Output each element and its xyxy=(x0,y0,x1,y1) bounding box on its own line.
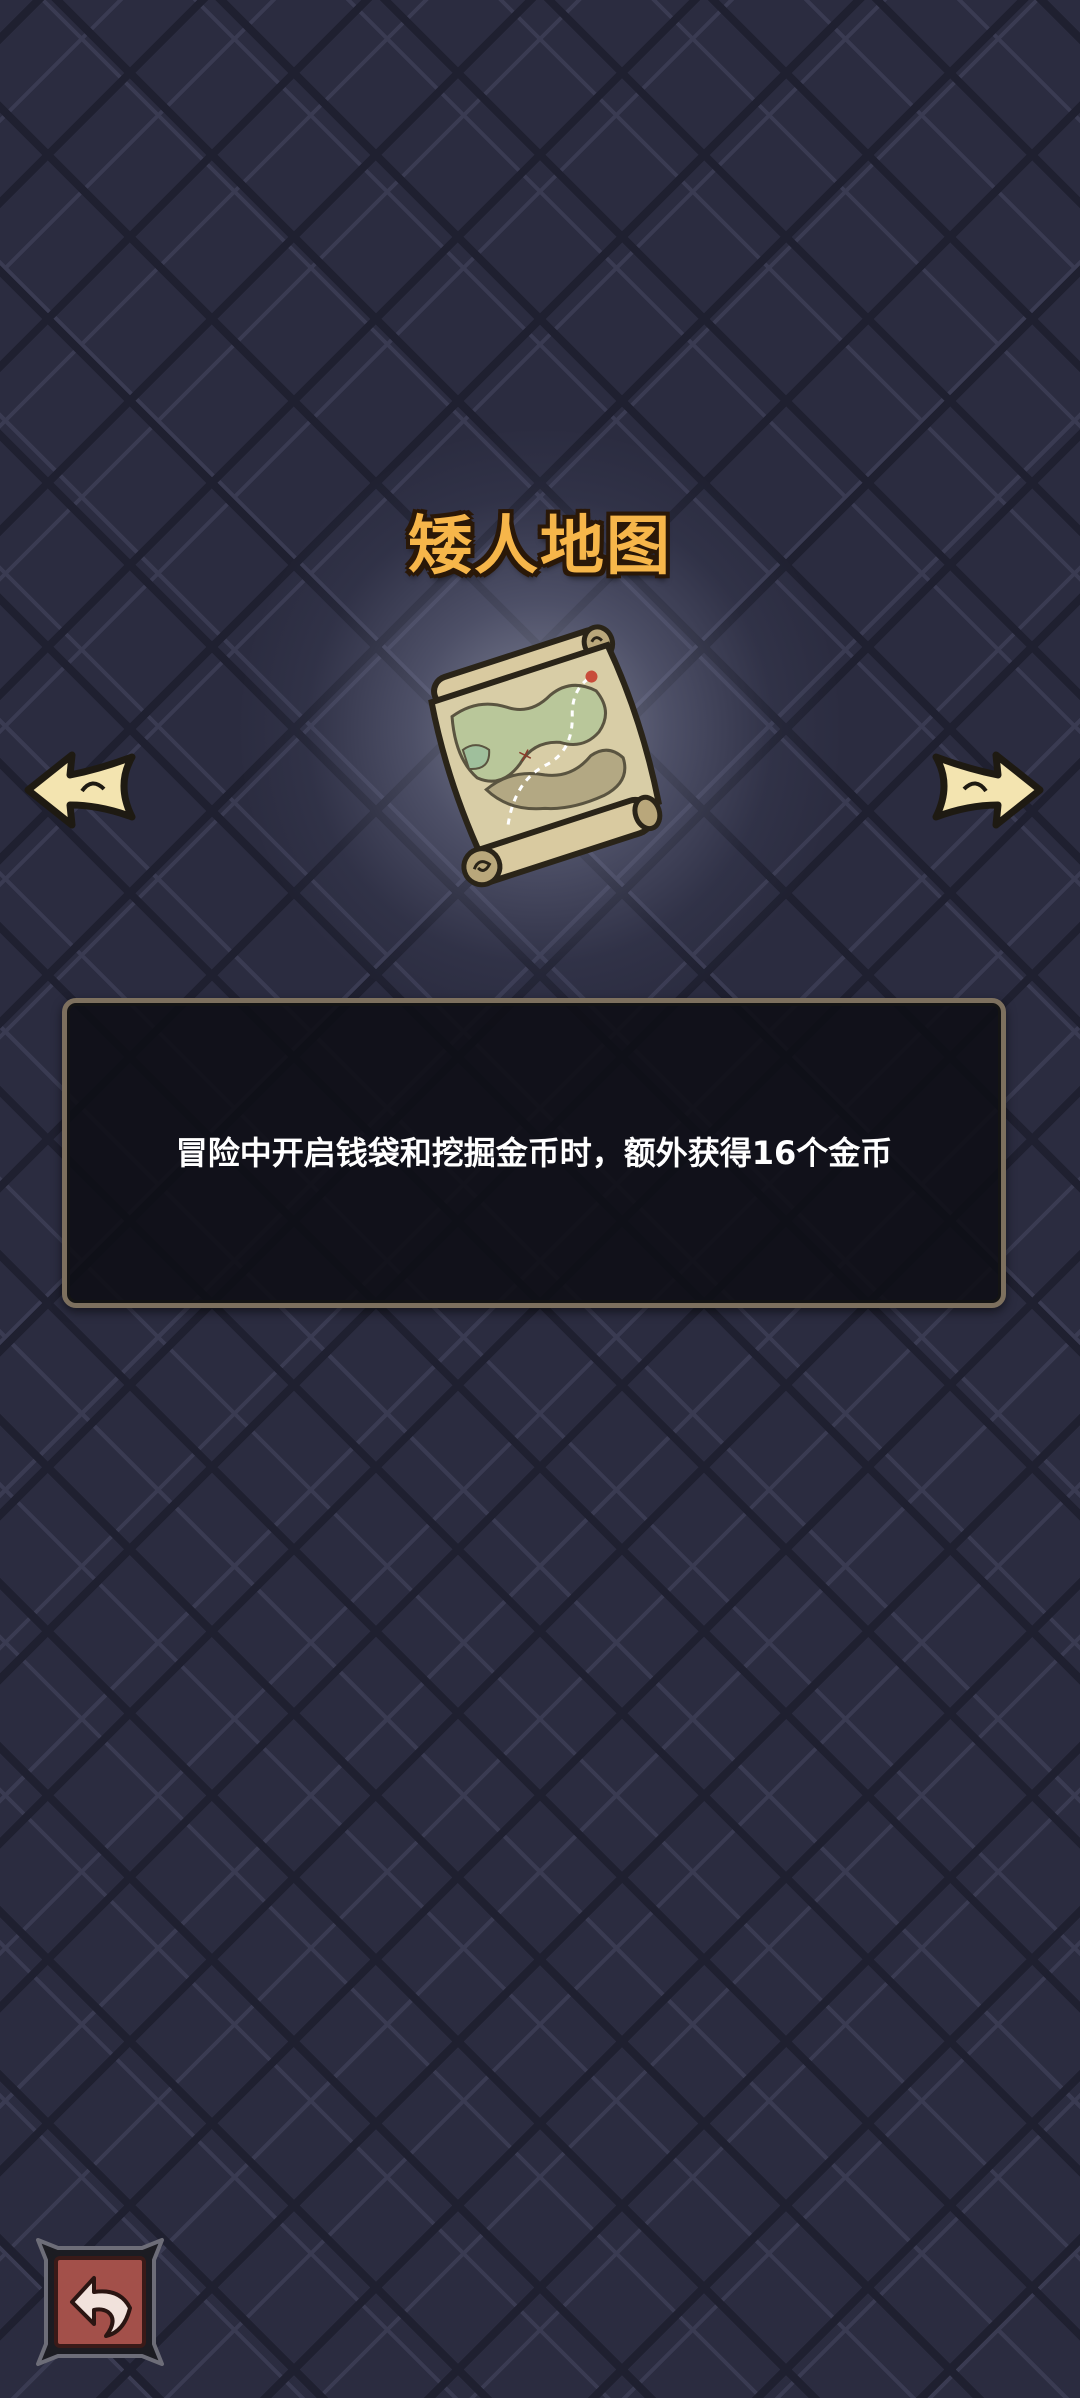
item-title: 矮人地图 xyxy=(408,510,672,584)
arrow-right-icon xyxy=(932,751,1044,829)
next-item-button[interactable] xyxy=(928,745,1048,835)
item-description: 冒险中开启钱袋和挖掘金币时，额外获得16个金币 xyxy=(175,1134,893,1172)
item-description-panel: 冒险中开启钱袋和挖掘金币时，额外获得16个金币 xyxy=(62,998,1006,1308)
back-button[interactable] xyxy=(34,2236,166,2368)
previous-item-button[interactable] xyxy=(20,745,140,835)
treasure-map-scroll-icon: × xyxy=(400,620,690,900)
return-arrow-icon xyxy=(36,2238,164,2366)
item-detail-screen: 矮人地图 × 冒险中开启钱袋和挖掘金币时，额外获得16个金币 xyxy=(0,0,1080,2398)
arrow-left-icon xyxy=(24,751,136,829)
